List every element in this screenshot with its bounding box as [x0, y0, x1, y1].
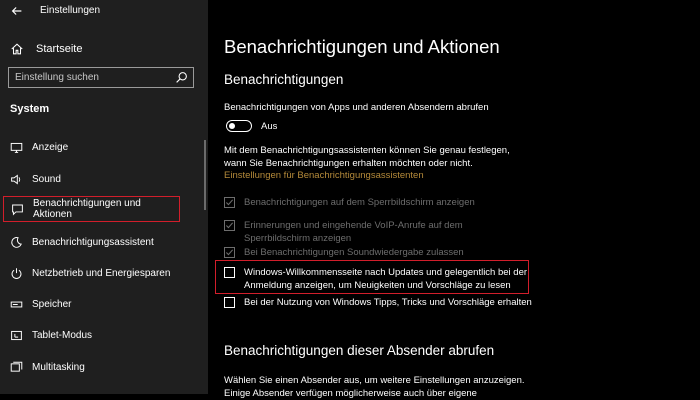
sidebar-home[interactable]: Startseite [10, 40, 82, 58]
page-title: Benachrichtigungen und Aktionen [224, 36, 500, 57]
checkbox-label: Sperrbildschirm anzeigen [244, 233, 352, 244]
checkbox-welcome-page[interactable]: Windows-Willkommensseite nach Updates un… [224, 266, 527, 292]
sidebar-item-label: Benachrichtigungen und Aktionen [33, 198, 141, 220]
monitor-icon [10, 142, 23, 153]
sidebar-item-tablet-modus[interactable]: Tablet-Modus [0, 322, 185, 348]
checkbox[interactable] [224, 220, 235, 231]
storage-icon [10, 301, 23, 307]
checkbox-tips[interactable]: Bei der Nutzung von Windows Tipps, Trick… [224, 296, 532, 309]
checkbox[interactable] [224, 267, 235, 278]
checkbox-label: Bei der Nutzung von Windows Tipps, Trick… [244, 297, 532, 308]
checkbox-sound[interactable]: Bei Benachrichtigungen Soundwiedergabe z… [224, 246, 464, 259]
sidebar-item-label: Netzbetrieb und Energiesparen [32, 267, 171, 279]
checkbox-label: Anmeldung anzeigen, um Neuigkeiten und V… [244, 280, 511, 291]
checkbox-voip[interactable]: Erinnerungen und eingehende VoIP-Anrufe … [224, 219, 463, 245]
sidebar-item-label: Speicher [32, 298, 72, 310]
notification-icon [12, 204, 23, 216]
sidebar-item-label: Multitasking [32, 361, 85, 373]
sidebar-item-label: Tablet-Modus [32, 329, 93, 341]
sidebar-item-label: Benachrichtigungsassistent [32, 236, 154, 248]
sidebar-item-label: Anzeige [32, 141, 69, 153]
toggle-label: Benachrichtigungen von Apps und anderen … [224, 102, 489, 113]
back-arrow-icon[interactable] [10, 4, 28, 20]
section-heading-benachrichtigungen: Benachrichtigungen [224, 72, 344, 87]
multitasking-icon [10, 361, 23, 372]
checkmark-icon [225, 249, 234, 256]
toggle-state-label: Aus [261, 121, 278, 132]
sidebar-scrollbar[interactable] [204, 140, 206, 210]
sidebar-item-benachrichtigungsassistent[interactable]: Benachrichtigungsassistent [0, 229, 185, 255]
section-heading-absender: Benachrichtigungen dieser Absender abruf… [224, 343, 495, 358]
checkbox[interactable] [224, 247, 235, 258]
sidebar-item-netzbetrieb[interactable]: Netzbetrieb und Energiesparen [0, 260, 185, 286]
sidebar-item-label: Sound [32, 173, 61, 185]
sidebar-item-anzeige[interactable]: Anzeige [0, 134, 185, 160]
power-icon [11, 267, 22, 279]
home-icon [11, 43, 23, 55]
tablet-icon [11, 330, 22, 340]
sidebar-item-multitasking[interactable]: Multitasking [0, 354, 185, 380]
checkbox-label: Bei Benachrichtigungen Soundwiedergabe z… [244, 247, 464, 258]
checkbox-label: Windows-Willkommensseite nach Updates un… [244, 267, 528, 278]
assistant-settings-link[interactable]: Einstellungen für Benachrichtigungsassis… [224, 170, 424, 181]
section2-line-1: Wählen Sie einen Absender aus, um weiter… [224, 375, 525, 386]
checkbox-label: Erinnerungen und eingehende VoIP-Anrufe … [244, 220, 463, 231]
section-label: System [10, 103, 50, 115]
description-line-1: Mit dem Benachrichtigungsassistenten kön… [224, 145, 510, 156]
search-input[interactable] [15, 70, 165, 85]
home-label: Startseite [36, 43, 83, 55]
search-icon[interactable] [175, 71, 188, 84]
speaker-icon [11, 173, 21, 185]
sidebar-item-sound[interactable]: Sound [0, 166, 185, 192]
toggle-knob [229, 122, 235, 129]
sidebar-item-benachrichtigungen[interactable]: Benachrichtigungen und Aktionen [3, 196, 180, 222]
sidebar-item-speicher[interactable]: Speicher [0, 291, 185, 317]
checkbox[interactable] [224, 297, 235, 308]
checkmark-icon [225, 199, 234, 206]
moon-icon [11, 236, 22, 248]
description-line-2: wann Sie Benachrichtigungen erhalten möc… [224, 158, 473, 169]
checkbox[interactable] [224, 197, 235, 208]
app-title: Einstellungen [40, 5, 101, 16]
main-content: Benachrichtigungen und Aktionen Benachri… [208, 0, 700, 399]
notifications-toggle[interactable] [226, 120, 252, 132]
checkbox-label: Benachrichtigungen auf dem Sperrbildschi… [244, 197, 475, 208]
checkbox-lockscreen[interactable]: Benachrichtigungen auf dem Sperrbildschi… [224, 196, 475, 209]
checkmark-icon [225, 222, 234, 229]
search-box[interactable] [8, 67, 194, 88]
sidebar: Einstellungen Startseite System Anzeige … [0, 0, 208, 394]
